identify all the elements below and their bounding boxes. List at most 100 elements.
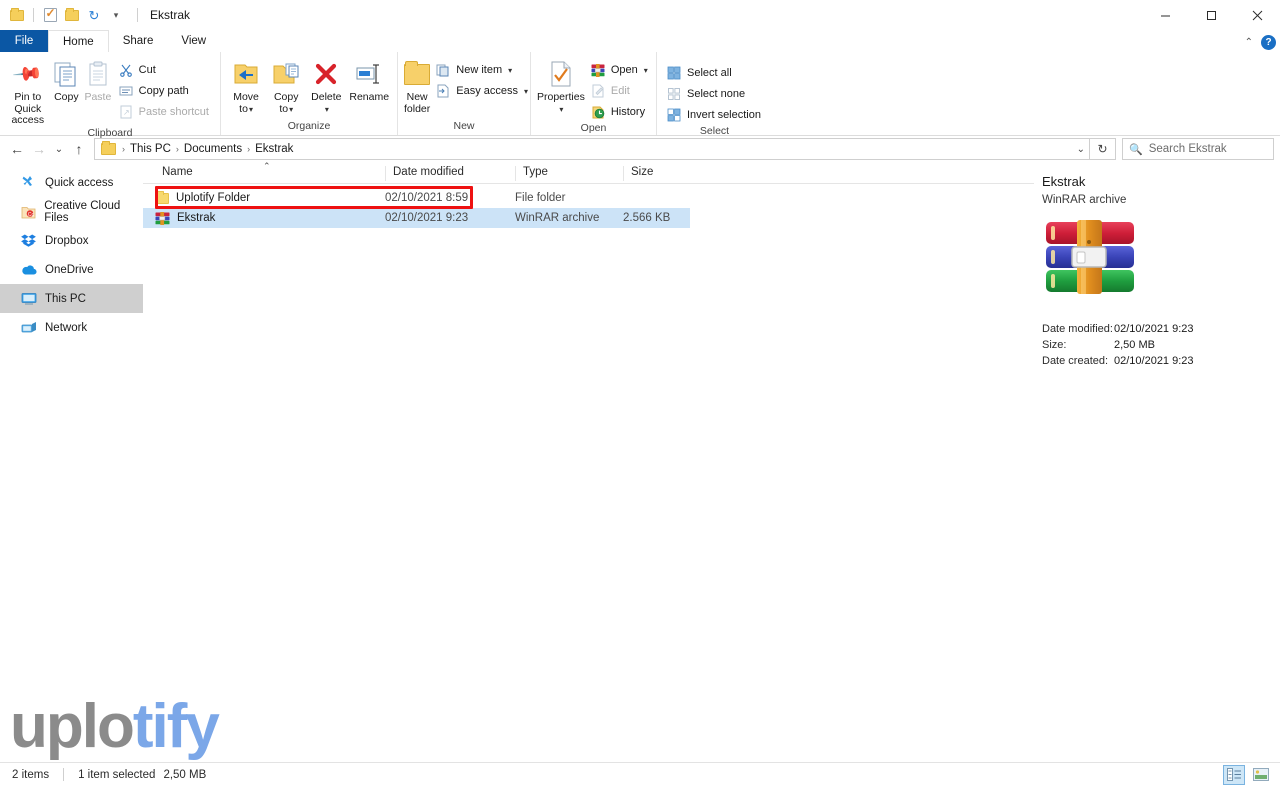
rename-button[interactable]: Rename bbox=[347, 55, 391, 104]
status-item-count: 2 items bbox=[12, 768, 50, 781]
copy-button[interactable]: Copy bbox=[52, 55, 82, 104]
invert-selection-label: Invert selection bbox=[687, 109, 761, 121]
select-small-buttons: Select all Select none Invert selection bbox=[663, 55, 766, 125]
close-button[interactable] bbox=[1234, 0, 1280, 30]
table-row[interactable]: Ekstrak 02/10/2021 9:23 WinRAR archive 2… bbox=[143, 208, 690, 228]
svg-text:Cc: Cc bbox=[28, 212, 35, 218]
tab-file[interactable]: File bbox=[0, 30, 48, 52]
chevron-down-icon[interactable]: ⌄ bbox=[1077, 144, 1085, 155]
properties-label: Properties bbox=[537, 91, 585, 103]
sidebar-item-network[interactable]: Network bbox=[0, 313, 143, 342]
breadcrumb[interactable]: › This PC › Documents › Ekstrak ⌄ bbox=[94, 138, 1090, 160]
search-input[interactable]: 🔍 Search Ekstrak bbox=[1122, 138, 1274, 160]
column-header-date-modified[interactable]: Date modified bbox=[385, 166, 515, 181]
file-type-cell: File folder bbox=[515, 192, 566, 204]
copy-icon bbox=[52, 59, 80, 89]
sidebar-item-label: OneDrive bbox=[45, 263, 94, 276]
column-headers: ⌃ Name Date modified Type Size bbox=[143, 161, 1034, 184]
tab-home[interactable]: Home bbox=[48, 30, 109, 52]
ribbon-group-open: Properties ▾ Open ▾ Edit History Open bbox=[531, 52, 657, 135]
pin-label-line2: access bbox=[11, 114, 45, 126]
onedrive-icon bbox=[20, 261, 37, 278]
breadcrumb-separator: › bbox=[175, 144, 179, 154]
open-button[interactable]: Open ▾ bbox=[587, 60, 653, 80]
collapse-ribbon-icon[interactable]: ⌃ bbox=[1245, 37, 1253, 48]
sidebar-item-this-pc[interactable]: This PC bbox=[0, 284, 143, 313]
copy-path-icon bbox=[118, 83, 134, 99]
new-item-button[interactable]: New item ▾ bbox=[432, 60, 533, 80]
pin-icon: 📌 bbox=[11, 58, 44, 91]
delete-icon bbox=[313, 59, 339, 89]
ribbon-group-organize: Move to▾ Copy to▾ Delete ▾ Rename Organi… bbox=[221, 52, 398, 135]
breadcrumb-item-documents[interactable]: Documents bbox=[181, 143, 245, 155]
copy-path-button[interactable]: Copy path bbox=[115, 81, 214, 101]
details-property-key: Date modified: bbox=[1042, 323, 1113, 335]
history-icon bbox=[590, 104, 606, 120]
details-property-value: 02/10/2021 9:23 bbox=[1114, 355, 1194, 367]
details-property-row: Date created: 02/10/2021 9:23 bbox=[1042, 353, 1280, 369]
invert-selection-button[interactable]: Invert selection bbox=[663, 105, 766, 125]
table-row[interactable]: Uplotify Folder 02/10/2021 8:59 File fol… bbox=[143, 188, 1034, 208]
new-folder-button[interactable]: New folder bbox=[404, 55, 430, 115]
sidebar-item-creative-cloud-files[interactable]: Cc Creative Cloud Files bbox=[0, 197, 143, 226]
svg-text:↗: ↗ bbox=[123, 108, 130, 117]
breadcrumb-separator: › bbox=[122, 144, 125, 154]
details-property-key: Size: bbox=[1042, 339, 1067, 351]
select-none-button[interactable]: Select none bbox=[663, 84, 766, 104]
details-property-row: Size: 2,50 MB bbox=[1042, 337, 1280, 353]
minimize-button[interactable] bbox=[1142, 0, 1188, 30]
sidebar-item-dropbox[interactable]: Dropbox bbox=[0, 226, 143, 255]
large-icons-view-button[interactable] bbox=[1250, 765, 1272, 785]
group-label-open: Open bbox=[580, 122, 607, 134]
move-to-button[interactable]: Move to▾ bbox=[227, 55, 265, 115]
paste-shortcut-button[interactable]: ↗ Paste shortcut bbox=[115, 102, 214, 122]
paste-button[interactable]: Paste bbox=[83, 55, 113, 104]
maximize-button[interactable] bbox=[1188, 0, 1234, 30]
copy-to-label-line1: Copy bbox=[273, 91, 299, 103]
new-item-label: New item bbox=[456, 64, 503, 76]
select-none-label: Select none bbox=[687, 88, 746, 100]
edit-button[interactable]: Edit bbox=[587, 81, 653, 101]
file-name-text: Ekstrak bbox=[177, 212, 216, 224]
column-header-size[interactable]: Size bbox=[623, 166, 693, 181]
pin-to-quick-access-button[interactable]: 📌 Pin to Quick access bbox=[6, 55, 50, 127]
search-icon: 🔍 bbox=[1129, 143, 1143, 156]
pin-label-line1: Pin to Quick bbox=[14, 91, 42, 115]
cut-label: Cut bbox=[138, 64, 156, 76]
properties-button[interactable]: Properties ▾ bbox=[537, 55, 585, 115]
new-item-icon bbox=[435, 62, 451, 78]
chevron-down-icon: ▾ bbox=[524, 86, 529, 96]
customize-chevron-icon[interactable]: ▾ bbox=[107, 6, 125, 24]
refresh-button[interactable]: ↻ bbox=[1090, 138, 1116, 160]
delete-button[interactable]: Delete ▾ bbox=[307, 55, 345, 115]
redo-icon[interactable]: ↻ bbox=[85, 6, 103, 24]
column-header-type[interactable]: Type bbox=[515, 166, 623, 181]
details-properties: Date modified: 02/10/2021 9:23 Size: 2,5… bbox=[1042, 321, 1280, 369]
file-name-text: Uplotify Folder bbox=[176, 192, 251, 204]
select-all-button[interactable]: Select all bbox=[663, 63, 766, 83]
sidebar-item-onedrive[interactable]: OneDrive bbox=[0, 255, 143, 284]
move-to-label-line1: Move bbox=[233, 91, 259, 103]
title-bar: ↻ ▾ Ekstrak bbox=[0, 0, 1280, 30]
new-folder-icon[interactable] bbox=[63, 6, 81, 24]
copy-to-label-line2: to bbox=[279, 102, 289, 115]
easy-access-button[interactable]: Easy access ▾ bbox=[432, 81, 533, 101]
ribbon-tabs: File Home Share View ⌃ ? bbox=[0, 30, 1280, 52]
sidebar-item-quick-access[interactable]: Quick access bbox=[0, 168, 143, 197]
breadcrumb-item-ekstrak[interactable]: Ekstrak bbox=[252, 143, 296, 155]
properties-icon[interactable] bbox=[41, 6, 59, 24]
folder-icon[interactable] bbox=[8, 6, 26, 24]
file-explorer-window: ↻ ▾ Ekstrak File Home Share View ⌃ ? bbox=[0, 0, 1280, 786]
new-folder-label-line2: folder bbox=[404, 102, 431, 115]
cut-button[interactable]: Cut bbox=[115, 60, 214, 80]
help-icon[interactable]: ? bbox=[1261, 35, 1276, 50]
tab-view[interactable]: View bbox=[167, 30, 220, 52]
copy-to-button[interactable]: Copy to▾ bbox=[267, 55, 305, 115]
history-label: History bbox=[610, 106, 646, 118]
window-title: Ekstrak bbox=[150, 8, 191, 22]
breadcrumb-item-this-pc[interactable]: This PC bbox=[127, 143, 174, 155]
details-view-button[interactable] bbox=[1223, 764, 1245, 785]
history-button[interactable]: History bbox=[587, 102, 653, 122]
tab-share[interactable]: Share bbox=[109, 30, 168, 52]
column-header-name[interactable]: ⌃ Name bbox=[155, 161, 383, 181]
